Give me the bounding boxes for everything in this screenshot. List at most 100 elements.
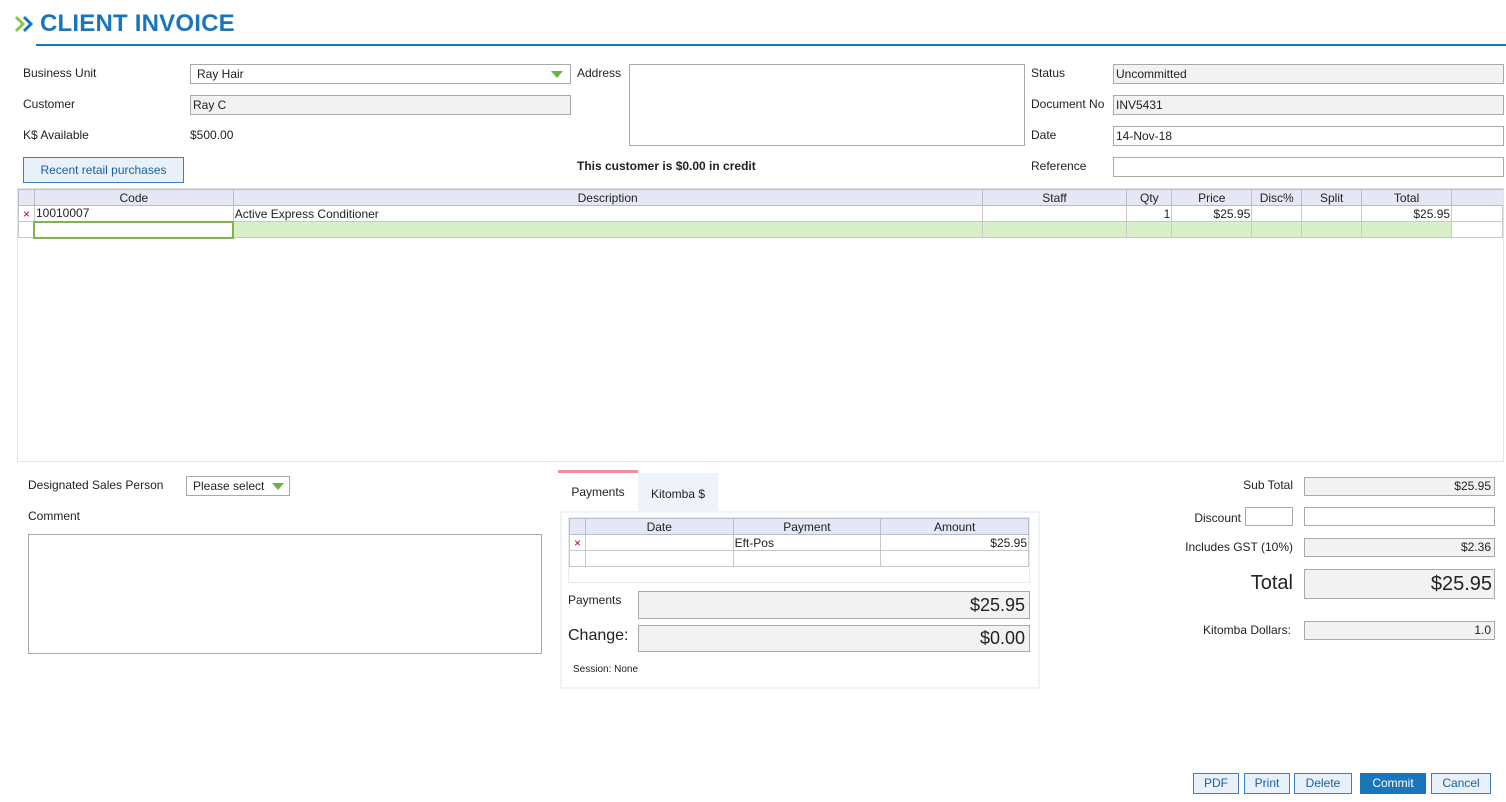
recent-retail-purchases-button[interactable]: Recent retail purchases [23, 157, 184, 183]
credit-message: This customer is $0.00 in credit [577, 159, 756, 173]
session-text: Session: None [573, 664, 639, 675]
tab-payments[interactable]: Payments [558, 473, 638, 511]
kitomba-dollars-field: 1.0 [1304, 621, 1495, 640]
col-select [18, 189, 35, 206]
print-button[interactable]: Print [1244, 773, 1290, 794]
col-pay-select [569, 518, 586, 535]
delete-payment-icon[interactable]: × [569, 534, 586, 551]
designated-sales-person-select[interactable]: Please select [186, 476, 290, 496]
sub-total-field: $25.95 [1304, 477, 1495, 496]
new-split-cell[interactable] [1301, 221, 1363, 238]
cell-pay-date[interactable] [584, 534, 734, 551]
dropdown-arrow-icon [551, 71, 563, 78]
items-header-row: Code Description Staff Qty Price Disc% S… [18, 189, 1503, 206]
col-disc[interactable]: Disc% [1251, 189, 1303, 206]
new-total-cell [1361, 221, 1453, 238]
date-label: Date [1031, 128, 1057, 142]
new-disc-cell[interactable] [1251, 221, 1303, 238]
cell-description[interactable]: Active Express Conditioner [232, 205, 983, 222]
new-item-row[interactable] [18, 220, 1503, 239]
header-divider [36, 44, 1506, 46]
change-field: $0.00 [638, 625, 1030, 652]
kitomba-dollars-label: Kitomba Dollars: [1202, 623, 1291, 637]
payments-total-field: $25.95 [638, 591, 1030, 619]
reference-field[interactable] [1113, 157, 1504, 177]
col-pay-payment[interactable]: Payment [732, 518, 882, 535]
status-label: Status [1031, 66, 1066, 80]
date-field[interactable]: 14-Nov-18 [1113, 126, 1504, 146]
cell-total: $25.95 [1361, 205, 1453, 222]
col-total[interactable]: Total [1361, 189, 1453, 206]
ks-available-label: K$ Available [23, 128, 89, 142]
cancel-button[interactable]: Cancel [1431, 773, 1491, 794]
payments-total-label: Payments [568, 593, 622, 607]
designated-sales-person-value: Please select [193, 479, 265, 493]
new-pay-date[interactable] [584, 550, 734, 567]
commit-button[interactable]: Commit [1360, 773, 1426, 794]
col-qty[interactable]: Qty [1126, 189, 1173, 206]
cell-spacer [1451, 205, 1503, 222]
tab-kitomba-dollars[interactable]: Kitomba $ [638, 473, 718, 511]
items-grid: Code Description Staff Qty Price Disc% S… [17, 188, 1504, 462]
address-label: Address [577, 66, 622, 80]
discount-amount-input[interactable] [1304, 507, 1495, 526]
cell-qty[interactable]: 1 [1126, 205, 1173, 222]
comment-textarea[interactable] [28, 534, 542, 654]
items-table: Code Description Staff Qty Price Disc% S… [18, 189, 1503, 239]
table-row[interactable]: × Eft-Pos $25.95 [569, 534, 1029, 551]
business-unit-select[interactable]: Ray Hair [190, 64, 571, 84]
page-title: CLIENT INVOICE [40, 10, 235, 37]
total-field: $25.95 [1304, 569, 1495, 599]
payments-grid: Date Payment Amount × Eft-Pos $25.95 [568, 517, 1030, 583]
document-no-label: Document No [1031, 97, 1105, 111]
payments-header-row: Date Payment Amount [569, 518, 1029, 535]
new-description-cell[interactable] [232, 221, 983, 238]
col-split[interactable]: Split [1301, 189, 1363, 206]
delete-button[interactable]: Delete [1294, 773, 1352, 794]
new-price-cell[interactable] [1171, 221, 1253, 238]
discount-label: Discount [1194, 511, 1241, 525]
col-price[interactable]: Price [1171, 189, 1253, 206]
cell-code[interactable]: 10010007 [33, 205, 234, 222]
cell-split[interactable] [1301, 205, 1363, 222]
cell-staff[interactable] [981, 205, 1128, 222]
sub-total-label: Sub Total [1243, 478, 1293, 492]
new-pay-payment[interactable] [732, 550, 882, 567]
new-qty-cell[interactable] [1126, 221, 1173, 238]
dropdown-arrow-icon [272, 483, 284, 490]
document-no-field: INV5431 [1113, 95, 1504, 115]
new-payment-row[interactable] [569, 550, 1029, 567]
business-unit-value: Ray Hair [197, 67, 244, 81]
chevrons-icon [14, 15, 34, 33]
col-pay-amount[interactable]: Amount [880, 518, 1029, 535]
customer-label: Customer [23, 97, 76, 111]
col-description[interactable]: Description [232, 189, 983, 206]
reference-label: Reference [1031, 159, 1087, 173]
new-staff-cell[interactable] [981, 221, 1128, 238]
new-pay-select [569, 550, 586, 567]
col-staff[interactable]: Staff [981, 189, 1128, 206]
pdf-button[interactable]: PDF [1193, 773, 1239, 794]
status-field: Uncommitted [1113, 64, 1504, 84]
discount-percent-input[interactable] [1245, 507, 1293, 526]
table-row[interactable]: × 10010007 Active Express Conditioner 1 … [18, 205, 1503, 222]
cell-pay-amount[interactable]: $25.95 [880, 534, 1029, 551]
designated-sales-person-label: Designated Sales Person [28, 478, 164, 492]
cell-price[interactable]: $25.95 [1171, 205, 1253, 222]
delete-row-icon[interactable]: × [18, 205, 35, 222]
payments-table: Date Payment Amount × Eft-Pos $25.95 [569, 518, 1029, 567]
cell-pay-payment[interactable]: Eft-Pos [732, 534, 882, 551]
ks-available-value: $500.00 [190, 128, 234, 142]
new-code-input[interactable] [33, 220, 235, 239]
gst-label: Includes GST (10%) [1185, 540, 1293, 554]
gst-field: $2.36 [1304, 538, 1495, 557]
cell-disc[interactable] [1251, 205, 1303, 222]
total-label: Total [1250, 572, 1293, 594]
new-spacer-cell [1451, 221, 1503, 238]
new-pay-amount[interactable] [880, 550, 1029, 567]
col-code[interactable]: Code [33, 189, 234, 206]
customer-field[interactable]: Ray C [190, 95, 571, 115]
col-spacer [1451, 189, 1503, 206]
address-textarea[interactable] [629, 64, 1025, 146]
col-pay-date[interactable]: Date [584, 518, 734, 535]
